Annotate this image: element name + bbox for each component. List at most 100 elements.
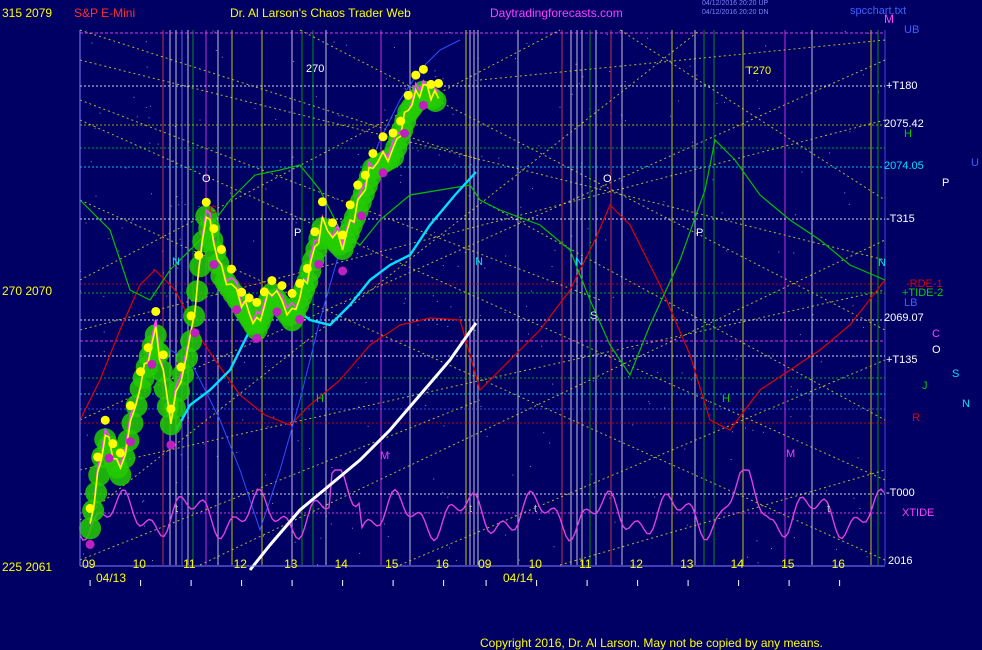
price-high-dot <box>317 197 327 207</box>
price-2069-label: 2069.07 <box>884 312 924 324</box>
star <box>486 435 488 437</box>
price-2074-label: 2074.05 <box>884 160 924 172</box>
star <box>848 203 850 205</box>
star <box>242 419 244 421</box>
hour-tick-label: 09 <box>478 557 492 571</box>
star <box>526 42 528 44</box>
star <box>343 303 345 305</box>
star <box>793 252 795 254</box>
star <box>189 149 191 151</box>
star <box>198 206 200 208</box>
star <box>151 193 153 195</box>
star <box>520 206 522 208</box>
star <box>449 547 451 549</box>
star <box>294 541 296 543</box>
star <box>144 525 146 527</box>
star <box>812 314 814 316</box>
star <box>778 251 780 253</box>
star <box>578 83 580 85</box>
star <box>757 562 759 564</box>
star <box>438 154 440 156</box>
price-high-dot <box>100 415 110 425</box>
star <box>795 214 797 216</box>
xtide-label: XTIDE <box>902 507 935 519</box>
price-high-dot <box>158 350 168 360</box>
n-mid2-label: N <box>575 256 583 268</box>
star <box>297 440 299 442</box>
star <box>346 44 348 46</box>
star <box>866 556 868 558</box>
o-right-label: O <box>932 344 941 356</box>
t-label-d: t <box>827 503 831 515</box>
star <box>243 361 245 363</box>
star <box>747 556 749 558</box>
star <box>730 459 732 461</box>
star <box>302 343 304 345</box>
star <box>142 501 144 503</box>
star <box>562 241 564 243</box>
star <box>212 30 214 32</box>
site-label: Daytradingforecasts.com <box>490 6 623 20</box>
star <box>351 527 353 529</box>
star <box>273 416 275 418</box>
m-right-chart-label: M <box>786 448 796 460</box>
star <box>146 66 148 68</box>
star <box>853 497 855 499</box>
star <box>452 113 454 115</box>
star <box>400 174 402 176</box>
price-low-dot <box>104 453 114 463</box>
star <box>118 250 120 252</box>
hour-tick-label: 11 <box>579 557 592 571</box>
star <box>538 518 540 520</box>
star <box>512 474 514 476</box>
symbol-label: S&P E-Mini <box>74 6 136 20</box>
price-high-dot <box>166 404 176 414</box>
price-low-dot <box>232 305 242 315</box>
star <box>726 250 728 252</box>
star <box>538 145 540 147</box>
h-right-label: H <box>904 128 912 140</box>
star <box>154 294 156 296</box>
price-high-dot <box>143 343 153 353</box>
star <box>799 334 801 336</box>
star <box>504 312 506 314</box>
p-right-label: P <box>942 177 950 189</box>
price-high-dot <box>310 227 320 237</box>
price-high-dot <box>244 293 254 303</box>
flux-diagonal <box>619 29 886 201</box>
brand-label: spcchart.txt <box>850 5 907 17</box>
price-high-dot <box>418 64 428 74</box>
price-high-dot <box>115 448 125 458</box>
price-high-dot <box>176 362 186 372</box>
star <box>215 50 217 52</box>
star <box>859 507 861 509</box>
timestamp-up: 04/12/2016 20:20 UP <box>702 0 769 7</box>
white-flux-line <box>248 322 478 571</box>
star <box>531 188 533 190</box>
star <box>178 204 180 206</box>
star <box>647 37 649 39</box>
star <box>748 125 750 127</box>
star <box>279 160 281 162</box>
star <box>275 118 277 120</box>
star <box>436 323 438 325</box>
star <box>221 56 223 58</box>
star <box>809 399 811 401</box>
t-label-c: t <box>534 503 538 515</box>
price-high-dot <box>368 148 378 158</box>
star <box>575 63 577 65</box>
price-high-dot <box>287 288 297 298</box>
star <box>852 305 854 307</box>
star <box>628 376 630 378</box>
n-left-label: N <box>172 256 180 268</box>
hour-tick-label: 13 <box>284 557 298 571</box>
star <box>228 381 230 383</box>
star <box>103 295 105 297</box>
star <box>136 116 138 118</box>
price-low-dot <box>126 437 135 447</box>
date-label-1: 04/13 <box>96 571 127 585</box>
star <box>765 45 767 47</box>
star <box>529 465 531 467</box>
star <box>450 493 452 495</box>
star <box>125 167 127 169</box>
